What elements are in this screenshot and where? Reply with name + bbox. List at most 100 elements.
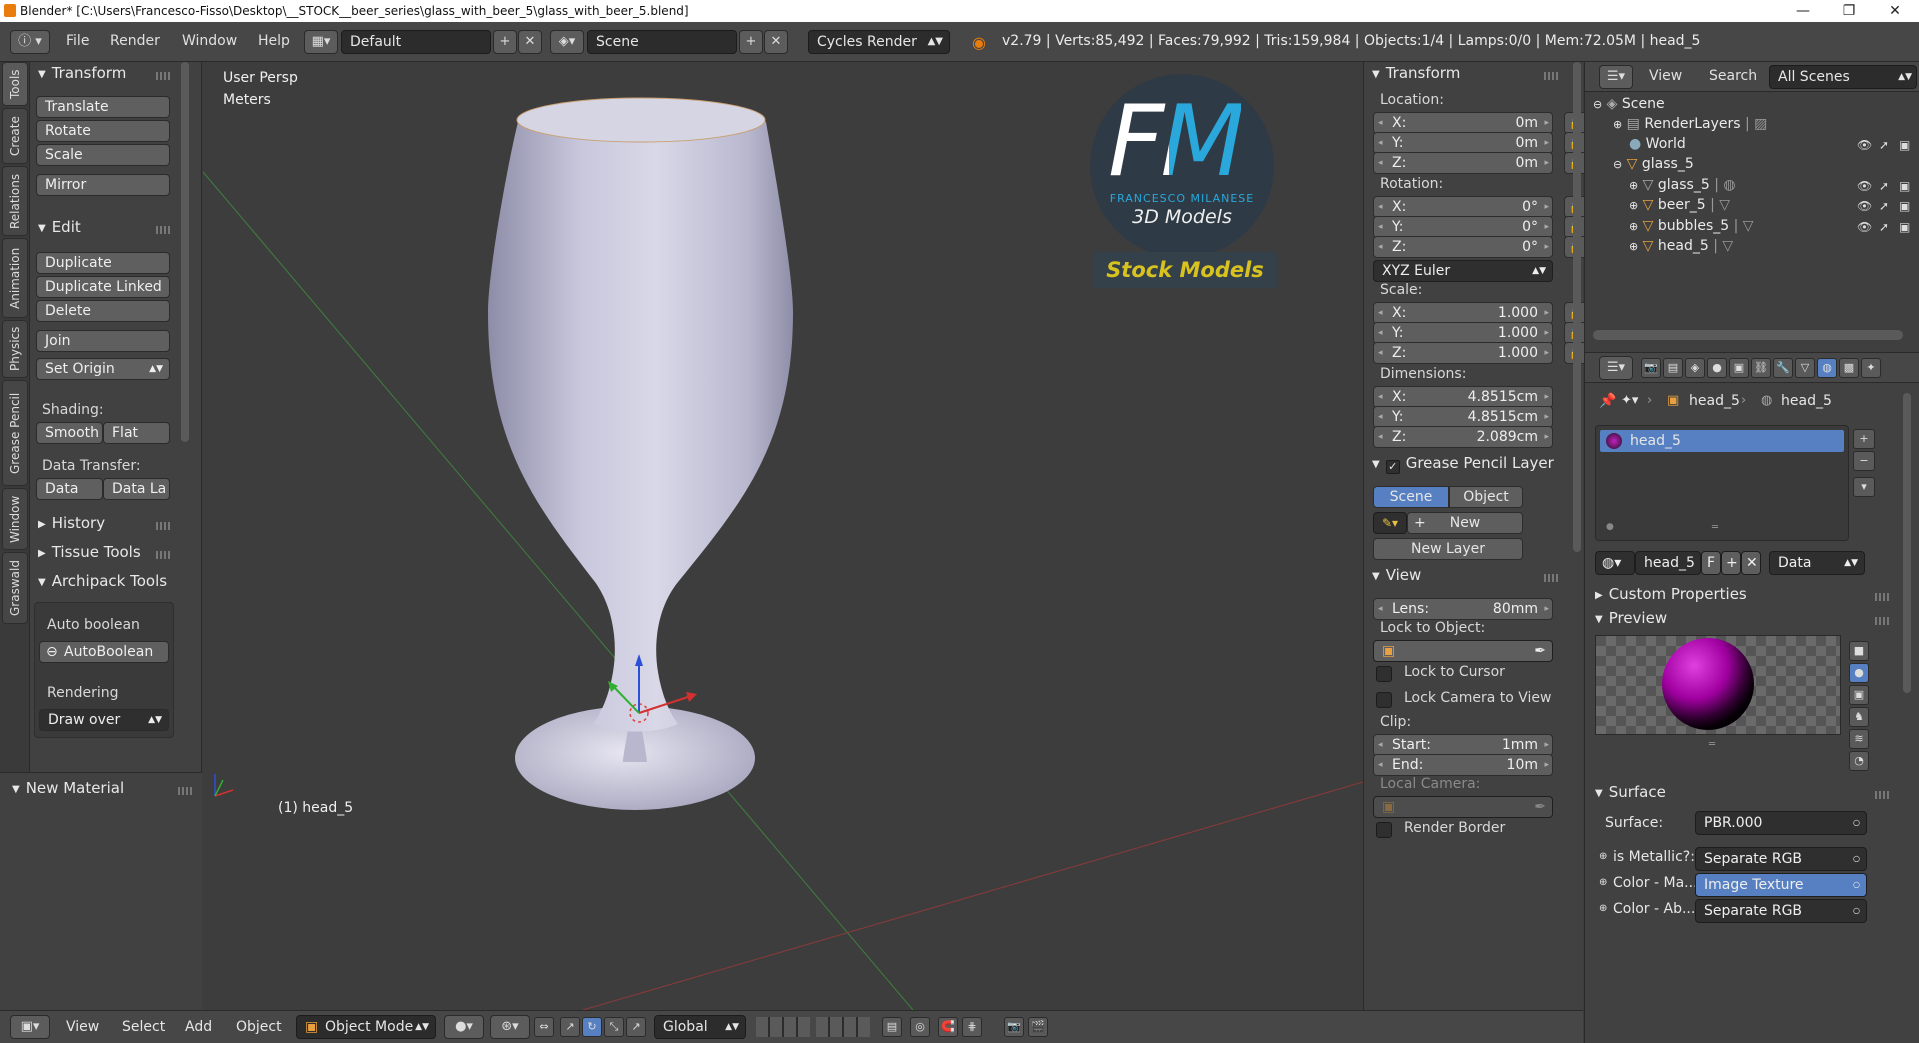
n-transform-header[interactable]: Transform — [1372, 64, 1461, 82]
data-button[interactable]: Data — [36, 478, 103, 500]
new-material-icon[interactable]: + — [1721, 551, 1741, 575]
properties-editor-icon[interactable]: ☰▾ — [1599, 356, 1633, 380]
outliner-row-bubbles5[interactable]: ⊕ ▽ bubbles_5 | ▽ — [1629, 218, 1754, 234]
new-material-header[interactable]: New Material — [12, 779, 124, 797]
location-z-field[interactable]: Z: 0m — [1373, 152, 1553, 174]
breadcrumb-object[interactable]: head_5 — [1689, 393, 1740, 409]
expand-icon[interactable]: ⊕ — [1629, 179, 1638, 192]
breadcrumb-material[interactable]: head_5 — [1781, 393, 1832, 409]
visibility-eye-icon[interactable]: 👁 — [1857, 179, 1872, 193]
screen-layout-select[interactable]: Default — [341, 30, 491, 54]
lock-object-field[interactable]: ▣ ✒ — [1373, 640, 1553, 662]
join-button[interactable]: Join — [36, 330, 170, 352]
rotation-z-field[interactable]: Z: 0° — [1373, 236, 1553, 258]
render-animation-icon[interactable]: 🎬 — [1028, 1017, 1048, 1037]
world-tab-icon[interactable]: ● — [1707, 358, 1727, 378]
panel-history-header[interactable]: History — [38, 514, 105, 532]
restore-icon[interactable]: ❐ — [1826, 0, 1872, 22]
outliner-row-head5[interactable]: ⊕ ▽ head_5 | ▽ — [1629, 238, 1733, 254]
rotation-mode-select[interactable]: XYZ Euler ▲▼ — [1373, 260, 1553, 282]
outliner-h-scrollbar[interactable] — [1593, 330, 1903, 340]
data-layout-button[interactable]: Data La — [103, 478, 170, 500]
outliner-row-glass5[interactable]: ⊕ ▽ glass_5 | ◍ — [1629, 177, 1736, 193]
custom-properties-header[interactable]: Custom Properties — [1595, 585, 1747, 603]
unlink-material-icon[interactable]: ✕ — [1741, 551, 1761, 575]
clip-end-field[interactable]: End: 10m — [1373, 754, 1553, 776]
menu-file[interactable]: File — [66, 33, 89, 49]
lock-camera-checkbox[interactable] — [1376, 692, 1392, 708]
duplicate-linked-button[interactable]: Duplicate Linked — [36, 276, 170, 298]
preview-monkey-icon[interactable]: ♞ — [1849, 707, 1869, 727]
preview-sky-icon[interactable]: ◔ — [1849, 751, 1869, 771]
surface-shader-select[interactable]: PBR.000 ○ — [1695, 811, 1867, 835]
panel-grip-icon[interactable] — [178, 787, 192, 795]
pencil-icon[interactable]: ✎▾ — [1373, 512, 1407, 534]
constraints-tab-icon[interactable]: ⛓ — [1751, 358, 1771, 378]
grease-pencil-layer-header[interactable]: ✓ Grease Pencil Layer — [1372, 454, 1554, 474]
pin-icon[interactable]: 📌 — [1599, 393, 1616, 409]
add-menu[interactable]: Add — [185, 1019, 212, 1035]
rotate-button[interactable]: Rotate — [36, 120, 170, 142]
scale-manipulator-icon[interactable]: ⤡ — [604, 1017, 624, 1037]
input-node-select[interactable]: Image Texture ○ — [1695, 873, 1867, 897]
socket-icon[interactable]: ⊕ — [1599, 851, 1607, 862]
list-resize-icon[interactable]: ● — [1606, 522, 1614, 532]
menu-render[interactable]: Render — [110, 33, 160, 49]
snap-element-icon[interactable]: ⋕ — [962, 1017, 982, 1037]
dimension-y-field[interactable]: Y: 4.8515cm — [1373, 406, 1553, 428]
outliner-view-menu[interactable]: View — [1649, 68, 1682, 84]
tab-animation[interactable]: Animation — [2, 238, 28, 318]
outliner-row-world[interactable]: ● World — [1629, 136, 1686, 152]
visibility-eye-icon[interactable]: 👁 — [1857, 199, 1872, 213]
info-editor-icon[interactable]: ⓘ ▾ — [10, 30, 50, 54]
toolshelf-scrollbar[interactable] — [181, 62, 189, 442]
input-node-select[interactable]: Separate RGB ○ — [1695, 899, 1867, 923]
panel-grip-icon[interactable] — [1544, 72, 1558, 80]
add-scene-icon[interactable]: + — [739, 30, 763, 54]
draw-over-select[interactable]: Draw over ▲▼ — [39, 709, 169, 731]
modifiers-tab-icon[interactable]: 🔧 — [1773, 358, 1793, 378]
manipulator-toggle-icon[interactable]: ⇔ — [534, 1017, 554, 1037]
proportional-edit-icon[interactable]: ◎ — [910, 1017, 930, 1037]
panel-edit-header[interactable]: Edit — [38, 218, 81, 236]
visibility-eye-icon[interactable]: 👁 — [1857, 138, 1872, 152]
particles-tab-icon[interactable]: ✦ — [1861, 358, 1881, 378]
rotation-y-field[interactable]: Y: 0° — [1373, 216, 1553, 238]
menu-window[interactable]: Window — [182, 33, 237, 49]
rotate-manipulator-icon[interactable]: ↻ — [582, 1017, 602, 1037]
link-type-select[interactable]: Data ▲▼ — [1769, 551, 1865, 575]
3d-view-editor-icon[interactable]: ▣▾ — [10, 1015, 50, 1039]
tab-relations[interactable]: Relations — [2, 166, 28, 236]
render-camera-icon[interactable]: ▣ — [1899, 220, 1910, 234]
eyedropper-icon[interactable]: ✒ — [1534, 641, 1546, 661]
translate-button[interactable]: Translate — [36, 96, 170, 118]
material-slot-item[interactable]: head_5 — [1600, 430, 1844, 452]
properties-scrollbar[interactable] — [1903, 393, 1911, 693]
object-menu[interactable]: Object — [236, 1019, 282, 1035]
select-arrow-icon[interactable]: ➚ — [1879, 199, 1889, 213]
render-layers-tab-icon[interactable]: ▤ — [1663, 358, 1683, 378]
lock-camera-layers-icon[interactable]: ▤ — [882, 1017, 902, 1037]
render-border-checkbox[interactable] — [1376, 822, 1392, 838]
slot-specials-icon[interactable]: ▾ — [1853, 477, 1875, 497]
gp-new-layer-button[interactable]: New Layer — [1373, 538, 1523, 560]
tab-tools[interactable]: Tools — [2, 62, 28, 106]
scene-icon[interactable]: ◈▾ — [550, 30, 584, 54]
remove-slot-icon[interactable]: − — [1853, 451, 1875, 471]
scale-z-field[interactable]: Z: 1.000 — [1373, 342, 1553, 364]
scale-y-field[interactable]: Y: 1.000 — [1373, 322, 1553, 344]
render-camera-icon[interactable]: ▣ — [1899, 199, 1910, 213]
preview-resize-icon[interactable]: ═ — [1709, 739, 1715, 750]
outliner-search-menu[interactable]: Search — [1709, 68, 1757, 84]
preview-hair-icon[interactable]: ≋ — [1849, 729, 1869, 749]
panel-grip-icon[interactable] — [156, 226, 170, 234]
preview-cube-icon[interactable]: ▣ — [1849, 685, 1869, 705]
expand-icon[interactable]: ⊕ — [1613, 118, 1622, 131]
fake-user-toggle[interactable]: F — [1701, 551, 1721, 575]
mirror-button[interactable]: Mirror — [36, 174, 170, 196]
mode-select[interactable]: ▣ Object Mode ▲▼ — [296, 1015, 436, 1039]
screen-layout-icon[interactable]: ▦▾ — [304, 30, 338, 54]
translate-manipulator-icon[interactable]: ↗ — [560, 1017, 580, 1037]
transform-tool-icon[interactable]: ↗ — [626, 1017, 646, 1037]
gp-object-toggle[interactable]: Object — [1449, 486, 1523, 508]
